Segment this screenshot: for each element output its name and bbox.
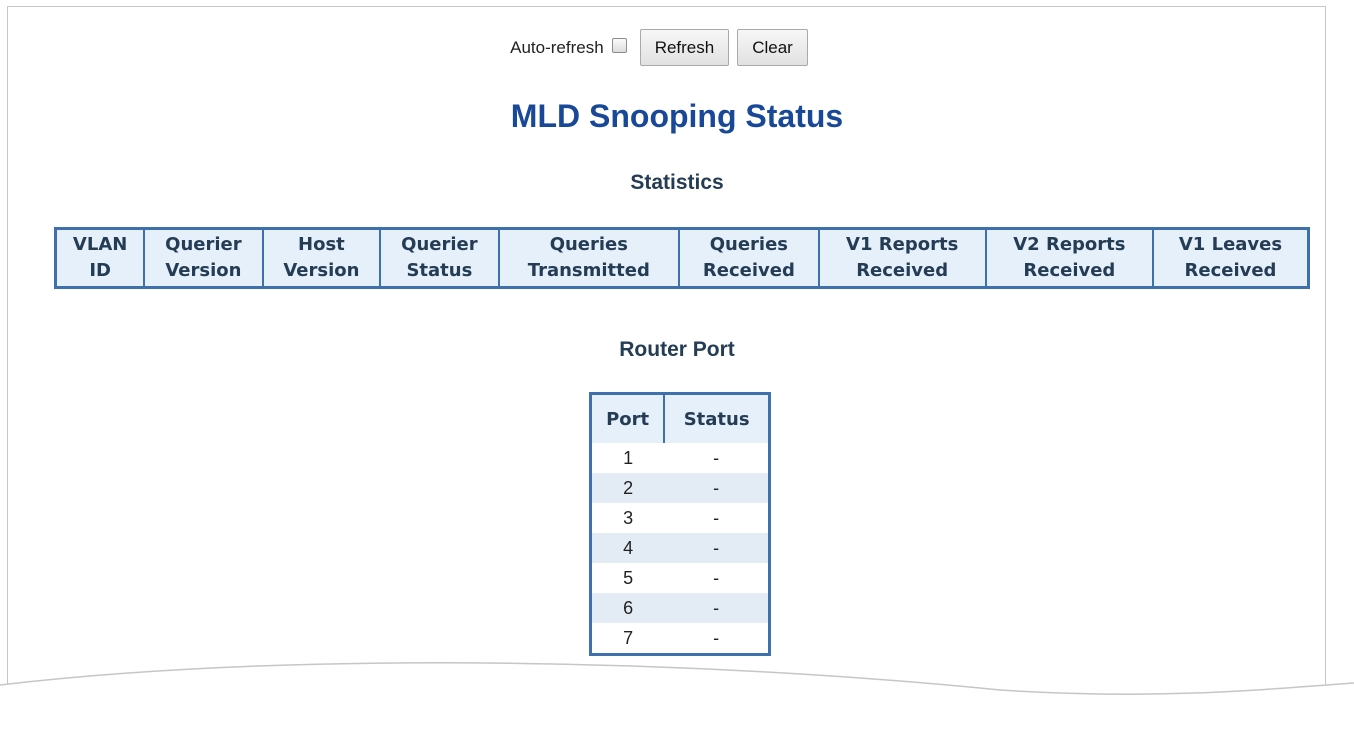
col-v2-reports-received: V2 Reports Received [984, 228, 1153, 288]
port-status: - [713, 627, 720, 648]
router-port-header-row: Port Status [590, 393, 770, 443]
port-number: 6 [590, 593, 665, 623]
auto-refresh-label: Auto-refresh [510, 37, 604, 57]
col-queries-transmitted: Queries Transmitted [497, 228, 680, 288]
col-queries-received: Queries Received [678, 228, 819, 288]
table-row: 7 - [591, 623, 770, 655]
port-number: 4 [590, 533, 665, 563]
statistics-heading: Statistics [630, 171, 724, 194]
statistics-table: VLAN ID Querier Version Host Version Querie… [54, 227, 1310, 289]
clear-button[interactable]: Clear [737, 29, 808, 66]
port-status: - [713, 567, 720, 588]
table-row: 6 - [590, 593, 770, 623]
auto-refresh-checkbox[interactable] [611, 38, 627, 53]
port-number: 5 [623, 567, 634, 588]
table-row: 5 - [591, 563, 770, 593]
page-title: MLD Snooping Status [510, 98, 844, 134]
refresh-button[interactable]: Refresh [639, 29, 730, 66]
router-port-table: Port Status 1 - 2 - 3 - 4 - 5 - 6 - 7 - [589, 392, 771, 656]
port-number: 7 [623, 627, 634, 648]
col-status: Status [663, 393, 770, 443]
port-status: - [713, 447, 720, 468]
statistics-header-row: VLAN ID Querier Version Host Version Querie… [55, 228, 1309, 288]
port-status: - [664, 533, 770, 563]
table-row: 4 - [590, 533, 770, 563]
toolbar: Auto-refresh Refresh Clear [0, 29, 1326, 66]
col-v1-leaves-received: V1 Leaves Received [1151, 228, 1309, 288]
col-v1-reports-received: V1 Reports Received [817, 228, 986, 288]
table-row: 2 - [590, 473, 770, 503]
port-number: 2 [590, 473, 665, 503]
table-row: 3 - [591, 503, 770, 533]
table-row: 1 - [591, 443, 770, 473]
port-status: - [713, 507, 720, 528]
port-status: - [664, 473, 770, 503]
col-querier-version: Querier Version [143, 228, 263, 288]
port-number: 1 [623, 447, 634, 468]
router-port-heading: Router Port [619, 338, 735, 361]
col-host-version: Host Version [261, 228, 381, 288]
col-port: Port [590, 393, 665, 443]
col-querier-status: Querier Status [379, 228, 499, 288]
port-status: - [664, 593, 770, 623]
col-vlan-id: VLAN ID [55, 228, 145, 288]
port-number: 3 [623, 507, 634, 528]
